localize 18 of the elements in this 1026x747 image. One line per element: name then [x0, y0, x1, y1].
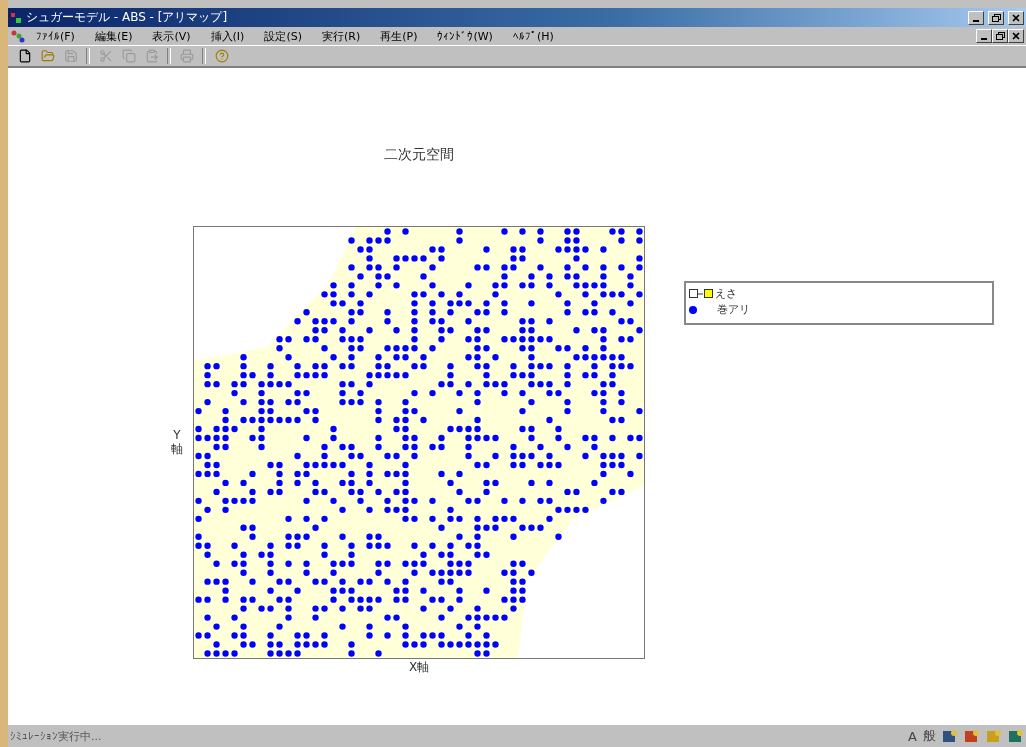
menu-item[interactable]: 実行(R)	[312, 28, 371, 44]
menu-item[interactable]: ﾍﾙﾌﾟ(H)	[502, 29, 564, 43]
legend-label: 巻アリ	[717, 302, 750, 317]
menu-item[interactable]: 編集(E)	[84, 28, 143, 44]
chart-title: 二次元空間	[384, 146, 454, 164]
x-axis-label: X軸	[408, 659, 430, 676]
menu-item[interactable]: 再生(P)	[370, 28, 428, 44]
window-title: シュガーモデル - ABS - [アリマップ]	[26, 9, 228, 26]
status-text: ｼﾐｭﾚｰｼｮﾝ実行中...	[10, 728, 102, 744]
ime-indicator[interactable]: 般	[923, 727, 936, 745]
menu-item[interactable]: ｳｨﾝﾄﾞｳ(W)	[427, 29, 503, 43]
ime-indicator[interactable]: A	[908, 728, 917, 744]
y-axis-label: Y 軸	[171, 429, 184, 456]
menu-item[interactable]: 表示(V)	[142, 28, 201, 44]
menu-item[interactable]: 挿入(I)	[200, 28, 255, 44]
legend-label: えさ	[715, 286, 737, 301]
menu-item[interactable]: 設定(S)	[254, 28, 312, 44]
menu-item[interactable]: ﾌｧｲﾙ(F)	[26, 29, 85, 43]
